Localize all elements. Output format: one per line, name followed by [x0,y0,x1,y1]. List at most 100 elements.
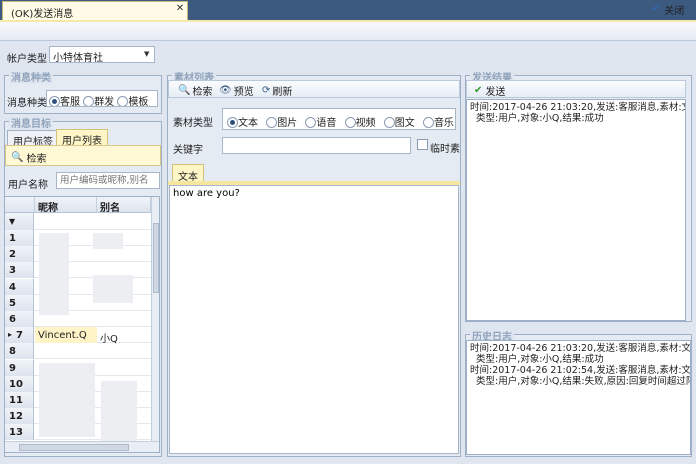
radio-type-music-label: 音乐 [433,118,454,129]
message-kind-group-title: 消息种类 [9,69,53,84]
table-row[interactable]: 2 [5,246,151,263]
radio-type-image[interactable] [266,117,278,128]
blurred-region [39,363,95,437]
cell-alias[interactable] [97,311,151,327]
content-textarea[interactable] [169,185,459,454]
row-number: 8 [5,343,34,360]
send-result-log: 时间:2017-04-26 21:03:20,发送:客服消息,素材:文本 类型:… [466,99,686,321]
message-kind-radio-group: 客服 群发 模板 [46,90,158,107]
tab-content-text[interactable]: 文本 [172,164,204,183]
close-icon[interactable]: ✕ [174,3,186,15]
tab-user-tags[interactable]: 用户标签 [7,130,59,148]
temp-material-checkbox[interactable] [417,139,428,150]
log-line: 时间:2017-04-26 21:02:54,发送:客服消息,素材:文本 [470,365,691,376]
radio-type-video[interactable] [344,117,356,128]
radio-type-voice[interactable] [305,117,317,128]
cell-nickname[interactable] [35,343,97,359]
account-type-value: 小特体育社 [53,53,103,64]
row-number: 4 [5,278,34,295]
radio-type-news-label: 图文 [394,118,415,129]
log-line: 类型:用户,对象:小Q,结果:失败,原因:回复时间超过限制 [476,376,691,387]
grid-header-alias[interactable]: 别名 [97,197,151,214]
search-icon: 🔍 [178,85,191,96]
user-name-label: 用户名称 [8,180,48,191]
account-type-label: 帐户类型 [7,54,47,65]
user-search-label: 检索 [26,154,47,165]
radio-kind-template[interactable] [117,96,129,106]
row-number: 1 [5,230,34,246]
row-number: ▸ 7 [5,327,34,344]
radio-type-video-label: 视频 [355,118,376,129]
document-tab[interactable]: (OK)发送消息(FormSendMessageList) [2,1,188,31]
user-grid: 昵称 别名 ▼ 1 2 3 4 5 6 ▸ 7 Vincent.Q 小Q 8 9 10 11 12 13 [4,196,160,453]
row-number: 5 [5,294,34,311]
tab-user-list[interactable]: 用户列表 [56,129,108,147]
table-row[interactable]: ▸ 7 Vincent.Q 小Q [5,327,151,345]
radio-type-news[interactable] [383,117,395,128]
table-row[interactable]: 6 [5,311,151,327]
radio-kind-customer-label: 客服 [60,97,80,107]
radio-kind-mass[interactable] [83,96,95,106]
toolbar [0,22,696,41]
blurred-region [101,381,137,441]
close-button[interactable]: ↶ 关闭 [648,2,688,17]
row-number: 6 [5,311,34,327]
grid-hscroll-thumb[interactable] [19,444,129,451]
grid-corner [5,197,35,213]
grid-vscroll-thumb[interactable] [153,223,159,293]
undo-icon: ↶ [652,3,662,16]
grid-header-nickname[interactable]: 昵称 [35,197,97,214]
row-number: 10 [5,375,34,392]
send-button[interactable]: ✔ 发送 [474,83,505,98]
radio-kind-mass-label: 群发 [94,97,115,107]
filter-icon: ▼ [5,213,34,230]
log-line: 类型:用户,对象:小Q,结果:成功 [476,113,604,124]
radio-type-text-label: 文本 [238,118,258,129]
row-number: 13 [5,424,34,441]
material-search-label: 检索 [192,87,213,98]
row-number: 11 [5,392,34,408]
radio-type-text[interactable] [227,117,238,128]
account-type-select[interactable]: 小特体育社 [49,46,155,64]
radio-type-music[interactable] [422,117,434,128]
grid-vertical-scrollbar[interactable] [151,197,159,441]
table-row[interactable]: 1 [5,230,151,246]
blurred-region [93,275,133,303]
cell-nickname[interactable]: Vincent.Q [35,327,97,344]
cell-alias[interactable] [97,343,151,359]
current-row-icon: ▸ [8,330,13,340]
log-line: 类型:用户,对象:小Q,结果:成功 [476,354,604,365]
grid-horizontal-scrollbar[interactable] [5,441,159,452]
user-name-input[interactable] [56,172,160,189]
material-type-label: 素材类型 [173,118,213,129]
search-icon: 🔍 [11,152,24,163]
user-search-button[interactable]: 🔍 检索 [11,150,46,165]
refresh-icon: ⟳ [262,85,271,96]
history-log: 时间:2017-04-26 21:03:20,发送:客服消息,素材:文本 类型:… [466,340,691,455]
material-refresh-label: 刷新 [272,87,293,98]
message-kind-label: 消息种类 [7,98,47,109]
keyword-input[interactable] [222,137,411,154]
row-number: 12 [5,408,34,425]
message-target-group-title: 消息目标 [9,115,53,130]
cell-alias[interactable]: 小Q [97,327,151,345]
radio-type-voice-label: 语音 [316,118,337,129]
keyword-label: 关键字 [173,145,203,156]
chevron-down-icon[interactable]: ▼ [144,50,149,58]
log-line: 时间:2017-04-26 21:03:20,发送:客服消息,素材:文本 [470,343,691,354]
material-search-button[interactable]: 🔍 检索 [178,83,212,98]
grid-filter-row[interactable]: ▼ [5,213,151,230]
row-number: 3 [5,262,34,279]
row-number: 2 [5,246,34,263]
radio-type-image-label: 图片 [277,118,298,129]
log-line: 时间:2017-04-26 21:03:20,发送:客服消息,素材:文本 [470,102,686,113]
material-refresh-button[interactable]: ⟳ 刷新 [262,83,292,98]
material-type-radio-group: 文本 图片 语音 视频 图文 音乐 [222,108,456,130]
close-button-label: 关闭 [664,6,685,17]
cell-alias[interactable] [97,360,151,376]
material-preview-button[interactable]: 👁 预览 [219,83,254,98]
radio-kind-customer[interactable] [49,96,60,106]
blurred-region [93,233,123,249]
eye-icon: 👁 [219,85,232,96]
table-row[interactable]: 8 [5,343,151,360]
